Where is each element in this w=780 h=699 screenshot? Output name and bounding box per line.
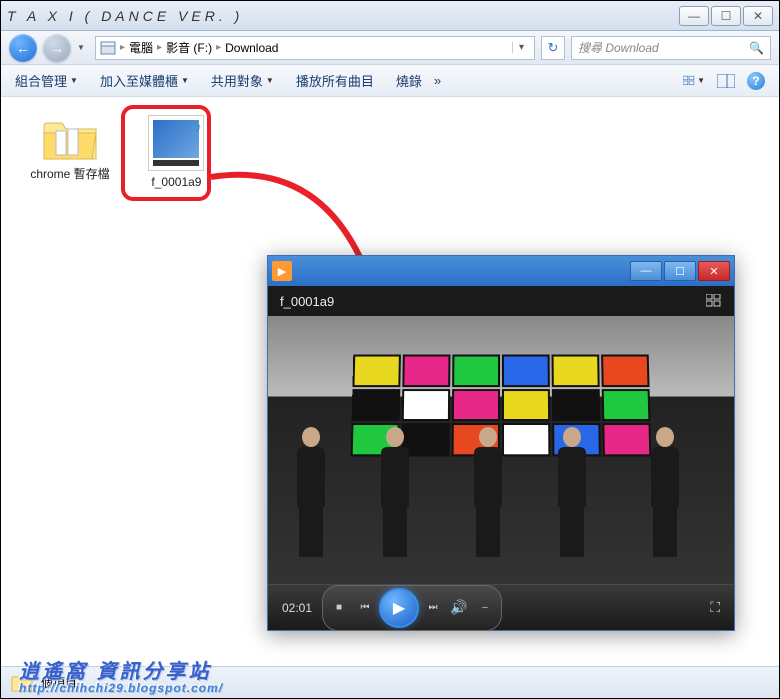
search-input[interactable]: 搜尋 Download 🔍 [571,36,771,60]
breadcrumb-separator: ▸ [216,42,221,53]
transport-controls: ■ ⏮ ▶ ⏭ 🔊 – [322,585,502,631]
refresh-button[interactable]: ↻ [541,36,565,60]
nav-bar: ← → ▼ ▸ 電腦 ▸ 影音 (F:) ▸ Download ▾ ↻ 搜尋 D… [1,31,779,65]
organize-menu[interactable]: 組合管理▼ [15,71,78,90]
back-button[interactable]: ← [9,34,37,62]
folder-icon [42,115,98,163]
play-all-button[interactable]: 播放所有曲目 [296,71,374,90]
player-titlebar[interactable]: ▶ — ☐ ✕ [268,256,734,286]
breadcrumb-separator: ▸ [157,42,162,53]
video-file-item[interactable]: f_0001a9 [131,115,221,191]
minimize-button[interactable]: — [679,6,709,26]
volume-button[interactable]: 🔊 [447,596,471,620]
share-menu[interactable]: 共用對象▼ [211,71,274,90]
window-buttons: — ☐ ✕ [679,6,773,26]
video-display[interactable] [268,316,734,584]
command-bar: 組合管理▼ 加入至媒體櫃▼ 共用對象▼ 播放所有曲目 燒錄 » ▼ ? [1,65,779,97]
burn-button[interactable]: 燒錄 [396,71,422,90]
search-icon: 🔍 [749,41,764,55]
address-dropdown[interactable]: ▾ [512,42,530,53]
history-dropdown[interactable]: ▼ [77,43,89,52]
player-maximize-button[interactable]: ☐ [664,261,696,281]
player-nowplaying-bar: f_0001a9 [268,286,734,316]
player-viewmode-icon[interactable] [706,294,722,308]
media-player-window: ▶ — ☐ ✕ f_0001a9 02:01 ■ ⏮ [267,255,735,631]
stop-button[interactable]: ■ [327,596,351,620]
video-file-icon [148,115,204,171]
wmp-icon: ▶ [272,261,292,281]
maximize-button[interactable]: ☐ [711,6,741,26]
next-button[interactable]: ⏭ [421,596,445,620]
breadcrumb-item[interactable]: Download [225,41,278,55]
drive-icon [100,40,116,56]
breadcrumb-item[interactable]: 影音 (F:) [166,39,212,56]
file-name: f_0001a9 [151,175,201,191]
folder-item[interactable]: chrome 暫存檔 [25,115,115,183]
view-options-button[interactable]: ▼ [683,71,705,91]
file-name: chrome 暫存檔 [30,167,109,183]
player-close-button[interactable]: ✕ [698,261,730,281]
window-title: T A X I ( DANCE VER. ) [7,8,679,24]
elapsed-time: 02:01 [282,601,312,615]
explorer-titlebar: T A X I ( DANCE VER. ) — ☐ ✕ [1,1,779,31]
play-button[interactable]: ▶ [379,588,419,628]
item-count: 個項目 [41,674,77,691]
breadcrumb-item[interactable]: 電腦 [129,39,153,56]
include-library-menu[interactable]: 加入至媒體櫃▼ [100,71,189,90]
close-button[interactable]: ✕ [743,6,773,26]
player-filename: f_0001a9 [280,294,334,309]
breadcrumb-separator: ▸ [120,42,125,53]
preview-pane-button[interactable] [715,71,737,91]
toolbar-overflow[interactable]: » [434,73,441,88]
player-controls: 02:01 ■ ⏮ ▶ ⏭ 🔊 – ⛶ [268,584,734,630]
search-placeholder: 搜尋 Download [578,39,659,56]
folder-status-icon [11,673,33,693]
volume-slider[interactable]: – [473,596,497,620]
address-bar[interactable]: ▸ 電腦 ▸ 影音 (F:) ▸ Download ▾ [95,36,535,60]
help-button[interactable]: ? [747,72,765,90]
status-bar: 個項目 [1,666,779,698]
fullscreen-button[interactable]: ⛶ [710,599,720,616]
forward-button[interactable]: → [43,34,71,62]
player-minimize-button[interactable]: — [630,261,662,281]
previous-button[interactable]: ⏮ [353,596,377,620]
